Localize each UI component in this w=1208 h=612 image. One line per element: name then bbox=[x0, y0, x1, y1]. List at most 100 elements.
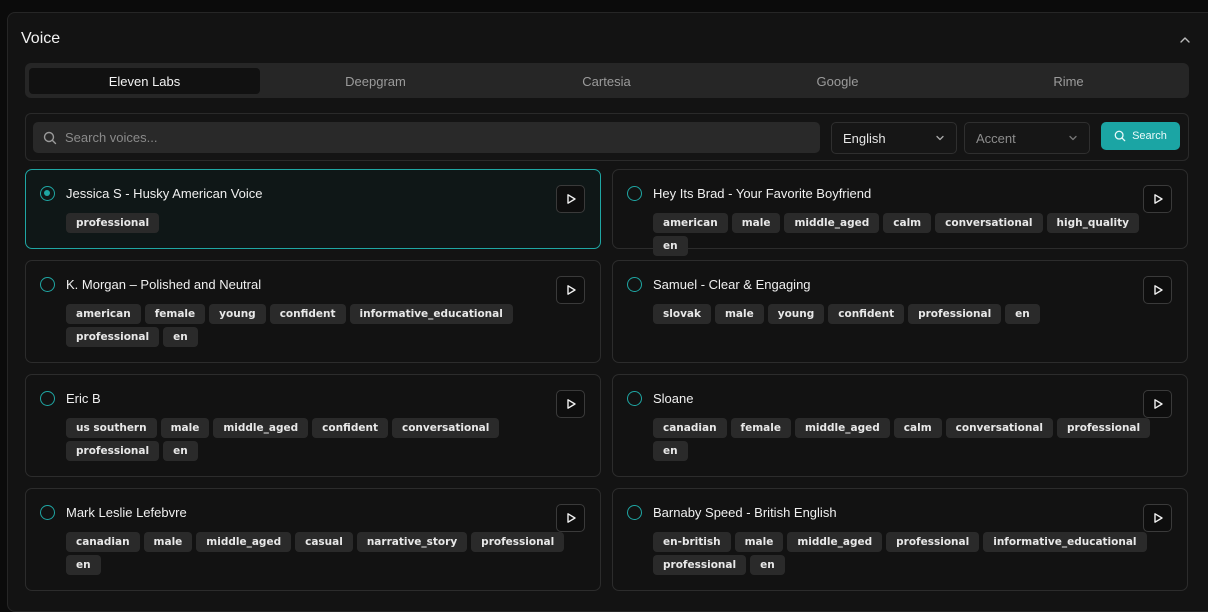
voice-name: Jessica S - Husky American Voice bbox=[66, 186, 263, 201]
voice-radio[interactable] bbox=[40, 505, 55, 520]
voice-name: Mark Leslie Lefebvre bbox=[66, 505, 187, 520]
voice-tag: professional bbox=[66, 213, 159, 233]
play-preview-button[interactable] bbox=[1143, 390, 1172, 418]
chevron-up-icon[interactable] bbox=[1178, 33, 1192, 47]
provider-tabs: Eleven Labs Deepgram Cartesia Google Rim… bbox=[25, 63, 1189, 98]
play-icon bbox=[565, 284, 577, 296]
voice-tag: narrative_story bbox=[357, 532, 467, 552]
voice-tag: en bbox=[750, 555, 785, 575]
voice-tag: canadian bbox=[653, 418, 727, 438]
play-preview-button[interactable] bbox=[556, 390, 585, 418]
play-preview-button[interactable] bbox=[1143, 185, 1172, 213]
voice-tag: en bbox=[163, 441, 198, 461]
voice-tag: professional bbox=[471, 532, 564, 552]
voice-card[interactable]: Hey Its Brad - Your Favorite Boyfriend am… bbox=[612, 169, 1188, 249]
tag-list: us southernmalemiddle_agedconfidentconve… bbox=[66, 418, 566, 461]
voice-tag: professional bbox=[908, 304, 1001, 324]
voice-tag: conversational bbox=[392, 418, 499, 438]
voice-tag: informative_educational bbox=[983, 532, 1146, 552]
play-preview-button[interactable] bbox=[556, 504, 585, 532]
voice-tag: female bbox=[145, 304, 205, 324]
voice-tag: middle_aged bbox=[196, 532, 291, 552]
voice-tag: casual bbox=[295, 532, 353, 552]
tab-cartesia[interactable]: Cartesia bbox=[491, 68, 722, 94]
panel-title: Voice bbox=[21, 30, 60, 48]
voice-tag: conversational bbox=[946, 418, 1053, 438]
voice-tag: informative_educational bbox=[350, 304, 513, 324]
voice-tag: professional bbox=[66, 327, 159, 347]
voice-tag: male bbox=[144, 532, 193, 552]
voice-radio[interactable] bbox=[40, 186, 55, 201]
voice-tag: en bbox=[66, 555, 101, 575]
voice-card[interactable]: K. Morgan – Polished and Neutralamerican… bbox=[25, 260, 601, 363]
play-preview-button[interactable] bbox=[1143, 276, 1172, 304]
voice-tag: professional bbox=[653, 555, 746, 575]
voice-tag: en bbox=[1005, 304, 1040, 324]
voice-tag: young bbox=[209, 304, 266, 324]
search-icon bbox=[1114, 130, 1126, 142]
tag-list: professional bbox=[66, 213, 566, 233]
voice-tag: calm bbox=[883, 213, 931, 233]
tab-google[interactable]: Google bbox=[722, 68, 953, 94]
voice-tag: en bbox=[653, 236, 688, 256]
voice-tag: female bbox=[731, 418, 791, 438]
voice-tag: male bbox=[735, 532, 784, 552]
voice-tag: professional bbox=[1057, 418, 1150, 438]
voice-tag: middle_aged bbox=[784, 213, 879, 233]
search-button[interactable]: Search bbox=[1101, 122, 1180, 150]
voice-tag: young bbox=[768, 304, 825, 324]
play-preview-button[interactable] bbox=[556, 276, 585, 304]
voice-tag: us southern bbox=[66, 418, 157, 438]
voice-card[interactable]: Samuel - Clear & Engaging slovakmaleyoung… bbox=[612, 260, 1188, 363]
voice-radio[interactable] bbox=[627, 277, 642, 292]
play-icon bbox=[565, 193, 577, 205]
voice-tag: middle_aged bbox=[213, 418, 308, 438]
voice-tag: professional bbox=[886, 532, 979, 552]
search-button-label: Search bbox=[1132, 130, 1167, 142]
voice-tag: en-british bbox=[653, 532, 731, 552]
voice-radio[interactable] bbox=[627, 186, 642, 201]
play-icon bbox=[1152, 284, 1164, 296]
voice-tag: high_quality bbox=[1047, 213, 1139, 233]
voice-tag: middle_aged bbox=[795, 418, 890, 438]
tab-eleven-labs[interactable]: Eleven Labs bbox=[29, 68, 260, 94]
tab-rime[interactable]: Rime bbox=[953, 68, 1184, 94]
search-field bbox=[33, 122, 820, 153]
voice-tag: male bbox=[715, 304, 764, 324]
voice-card[interactable]: Eric B us southernmalemiddle_agedconfiden… bbox=[25, 374, 601, 477]
search-input[interactable] bbox=[57, 122, 820, 153]
voice-tag: professional bbox=[66, 441, 159, 461]
play-icon bbox=[565, 512, 577, 524]
voice-radio[interactable] bbox=[627, 505, 642, 520]
play-preview-button[interactable] bbox=[556, 185, 585, 213]
accent-placeholder: Accent bbox=[976, 131, 1016, 146]
voice-card[interactable]: Sloanecanadianfemalemiddle_agedcalmconve… bbox=[612, 374, 1188, 477]
voice-tag: calm bbox=[894, 418, 942, 438]
voice-name: Samuel - Clear & Engaging bbox=[653, 277, 811, 292]
tag-list: americanmalemiddle_agedcalmconversationa… bbox=[653, 213, 1153, 256]
tag-list: slovakmaleyoungconfidentprofessionalen bbox=[653, 304, 1153, 324]
voice-tag: canadian bbox=[66, 532, 140, 552]
voice-tag: en bbox=[163, 327, 198, 347]
chevron-down-icon bbox=[1067, 132, 1079, 144]
play-icon bbox=[1152, 512, 1164, 524]
play-preview-button[interactable] bbox=[1143, 504, 1172, 532]
voice-tag: confident bbox=[828, 304, 904, 324]
language-select[interactable]: English bbox=[831, 122, 957, 154]
voice-card[interactable]: Jessica S - Husky American Voice professi… bbox=[25, 169, 601, 249]
tag-list: en-britishmalemiddle_agedprofessionalinf… bbox=[653, 532, 1153, 575]
tag-list: canadianmalemiddle_agedcasualnarrative_s… bbox=[66, 532, 566, 575]
voice-radio[interactable] bbox=[40, 277, 55, 292]
accent-select[interactable]: Accent bbox=[964, 122, 1090, 154]
tab-deepgram[interactable]: Deepgram bbox=[260, 68, 491, 94]
voice-name: Hey Its Brad - Your Favorite Boyfriend bbox=[653, 186, 871, 201]
voice-radio[interactable] bbox=[40, 391, 55, 406]
search-icon bbox=[43, 131, 57, 145]
voice-card[interactable]: Mark Leslie Lefebvre canadianmalemiddle_a… bbox=[25, 488, 601, 591]
voice-radio[interactable] bbox=[627, 391, 642, 406]
voice-tag: male bbox=[732, 213, 781, 233]
tag-list: canadianfemalemiddle_agedcalmconversatio… bbox=[653, 418, 1153, 461]
voice-card[interactable]: Barnaby Speed - British Englishen-britis… bbox=[612, 488, 1188, 591]
voice-tag: american bbox=[653, 213, 728, 233]
voice-name: Eric B bbox=[66, 391, 101, 406]
